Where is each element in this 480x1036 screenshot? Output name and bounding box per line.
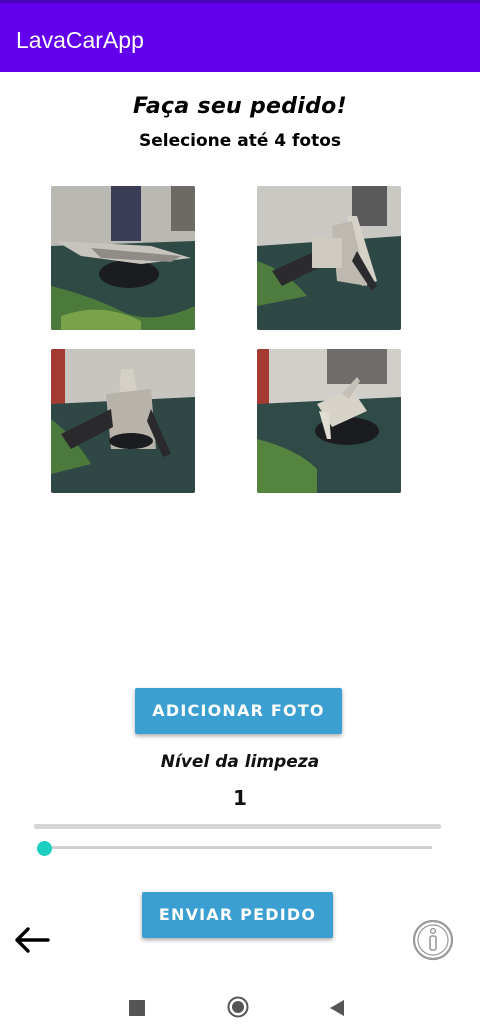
app-bar: LavaCarApp [0,0,480,72]
app-title: LavaCarApp [16,27,144,53]
photo-thumbnail-3[interactable] [51,349,195,493]
ship-photo-image [51,186,195,330]
triangle-icon[interactable] [328,998,346,1018]
photo-thumbnail-4[interactable] [257,349,401,493]
photo-thumbnail-2[interactable] [257,186,401,330]
circle-icon[interactable] [227,996,249,1018]
arrow-left-icon[interactable] [12,924,52,956]
cleaning-level-progress-bar [34,824,441,829]
ship-photo-image [51,349,195,493]
send-order-button[interactable]: ENVIAR PEDIDO [142,892,333,938]
system-navigation-bar [0,984,480,1036]
page-subtitle: Selecione até 4 fotos [138,131,342,151]
cleaning-level-slider[interactable] [37,841,432,856]
slider-track [44,846,432,849]
ship-photo-image [257,186,401,330]
page-title: Faça seu pedido! [133,94,347,119]
cleaning-level-value: 1 [233,786,247,810]
photo-thumbnail-1[interactable] [51,186,195,330]
square-icon[interactable] [129,1000,145,1016]
slider-thumb[interactable] [37,841,52,856]
cleaning-level-label: Nível da limpeza [160,752,320,772]
ship-photo-image [257,349,401,493]
info-icon[interactable] [411,918,455,962]
add-photo-button[interactable]: ADICIONAR FOTO [135,688,342,734]
